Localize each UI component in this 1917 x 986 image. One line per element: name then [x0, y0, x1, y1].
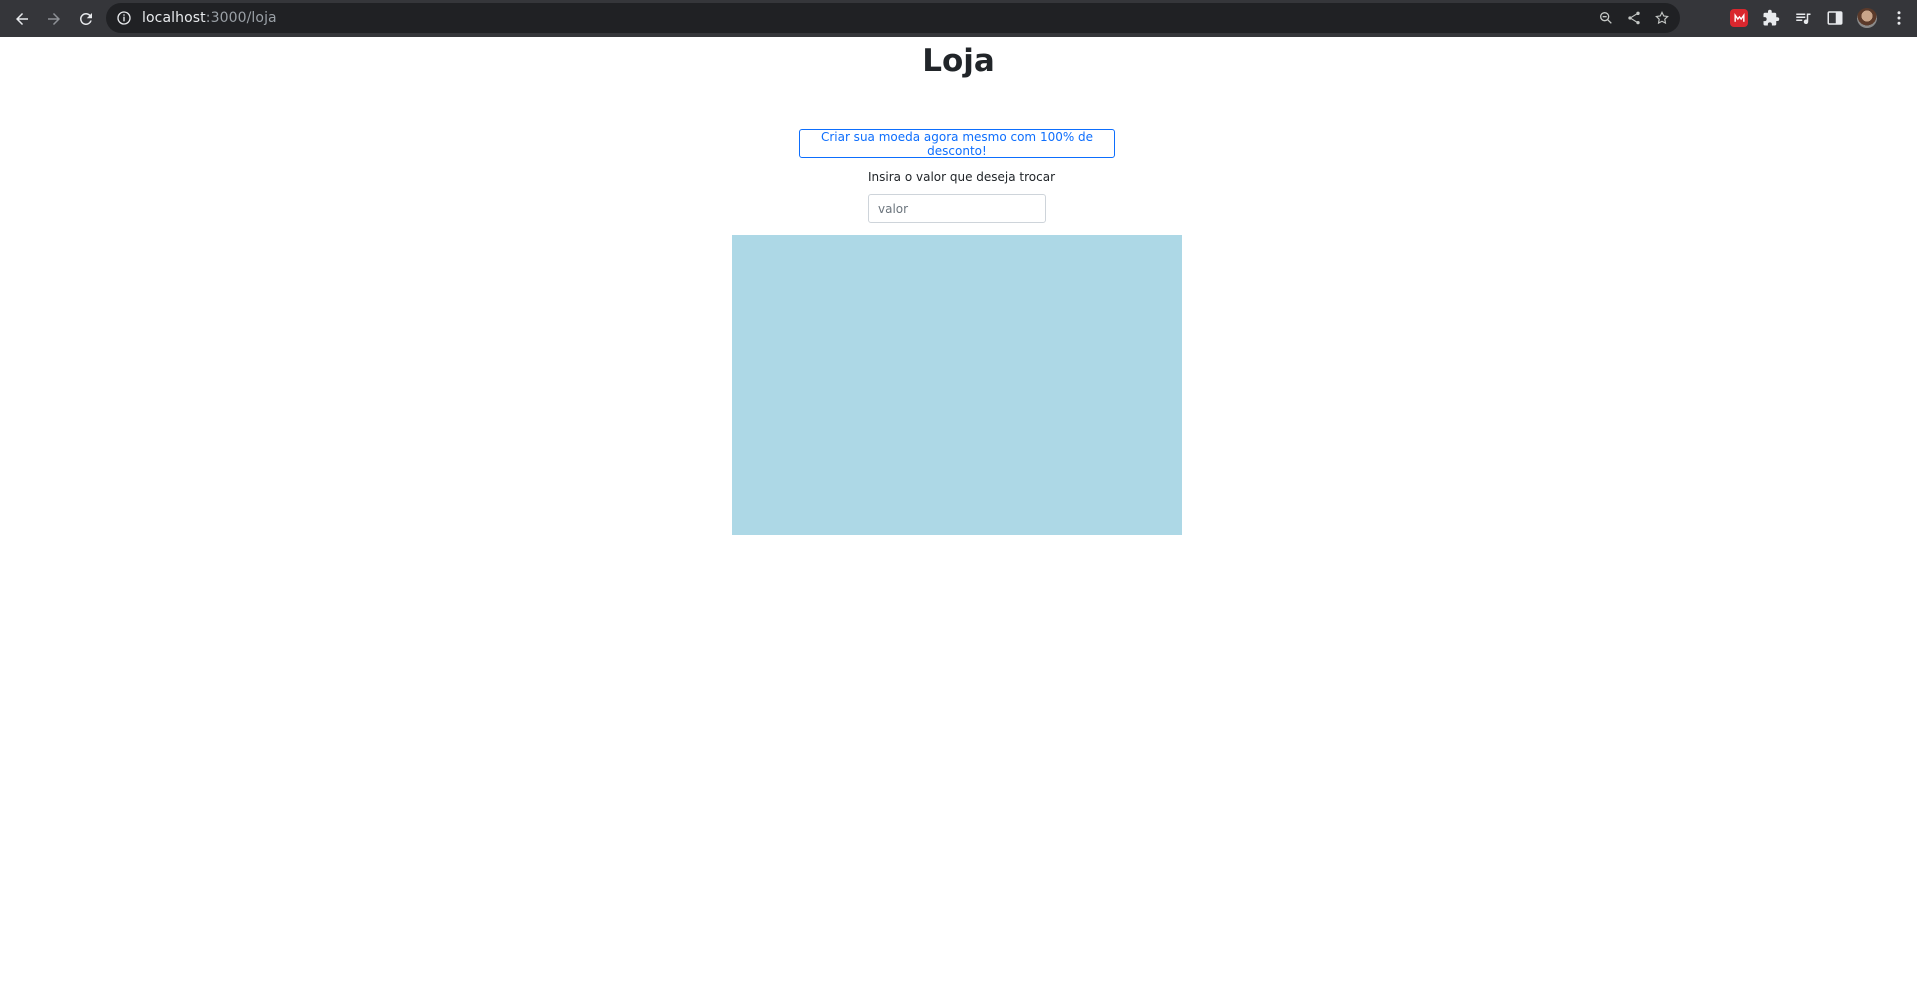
create-coin-button[interactable]: Criar sua moeda agora mesmo com 100% de …: [799, 129, 1115, 158]
value-input-label: Insira o valor que deseja trocar: [868, 170, 1056, 184]
side-panel-button[interactable]: [1823, 6, 1847, 30]
media-button[interactable]: [1791, 6, 1815, 30]
kebab-menu-icon: [1897, 11, 1901, 25]
url-text[interactable]: localhost:3000/loja: [142, 10, 277, 26]
menu-button[interactable]: [1887, 6, 1911, 30]
zoom-icon[interactable]: [1598, 10, 1614, 26]
side-panel-icon: [1827, 11, 1843, 25]
url-path: :3000/loja: [205, 10, 277, 26]
address-bar[interactable]: localhost:3000/loja: [106, 3, 1680, 33]
reload-button[interactable]: [70, 3, 102, 35]
browser-toolbar: localhost:3000/loja: [0, 0, 1917, 37]
back-button[interactable]: [6, 3, 38, 35]
mega-extension-button[interactable]: [1727, 6, 1751, 30]
url-host: localhost: [142, 10, 206, 26]
extensions-area: [1727, 3, 1911, 33]
extensions-button[interactable]: [1759, 6, 1783, 30]
page-content: Loja Criar sua moeda agora mesmo com 100…: [0, 37, 1917, 986]
mega-extension-icon: [1730, 9, 1748, 27]
page-title: Loja: [922, 43, 995, 79]
value-input[interactable]: [868, 194, 1046, 223]
star-icon[interactable]: [1654, 10, 1670, 26]
forward-arrow-icon: [48, 12, 60, 25]
info-icon[interactable]: [116, 10, 132, 26]
profile-button[interactable]: [1855, 6, 1879, 30]
media-queue-icon: [1796, 13, 1811, 25]
extensions-puzzle-icon: [1763, 9, 1780, 26]
reload-icon: [79, 12, 92, 25]
omnibox-actions: [1598, 10, 1670, 26]
back-arrow-icon: [16, 12, 28, 25]
forward-button[interactable]: [38, 3, 70, 35]
profile-avatar: [1857, 8, 1877, 28]
share-icon[interactable]: [1626, 10, 1642, 26]
light-blue-panel: [732, 235, 1182, 535]
